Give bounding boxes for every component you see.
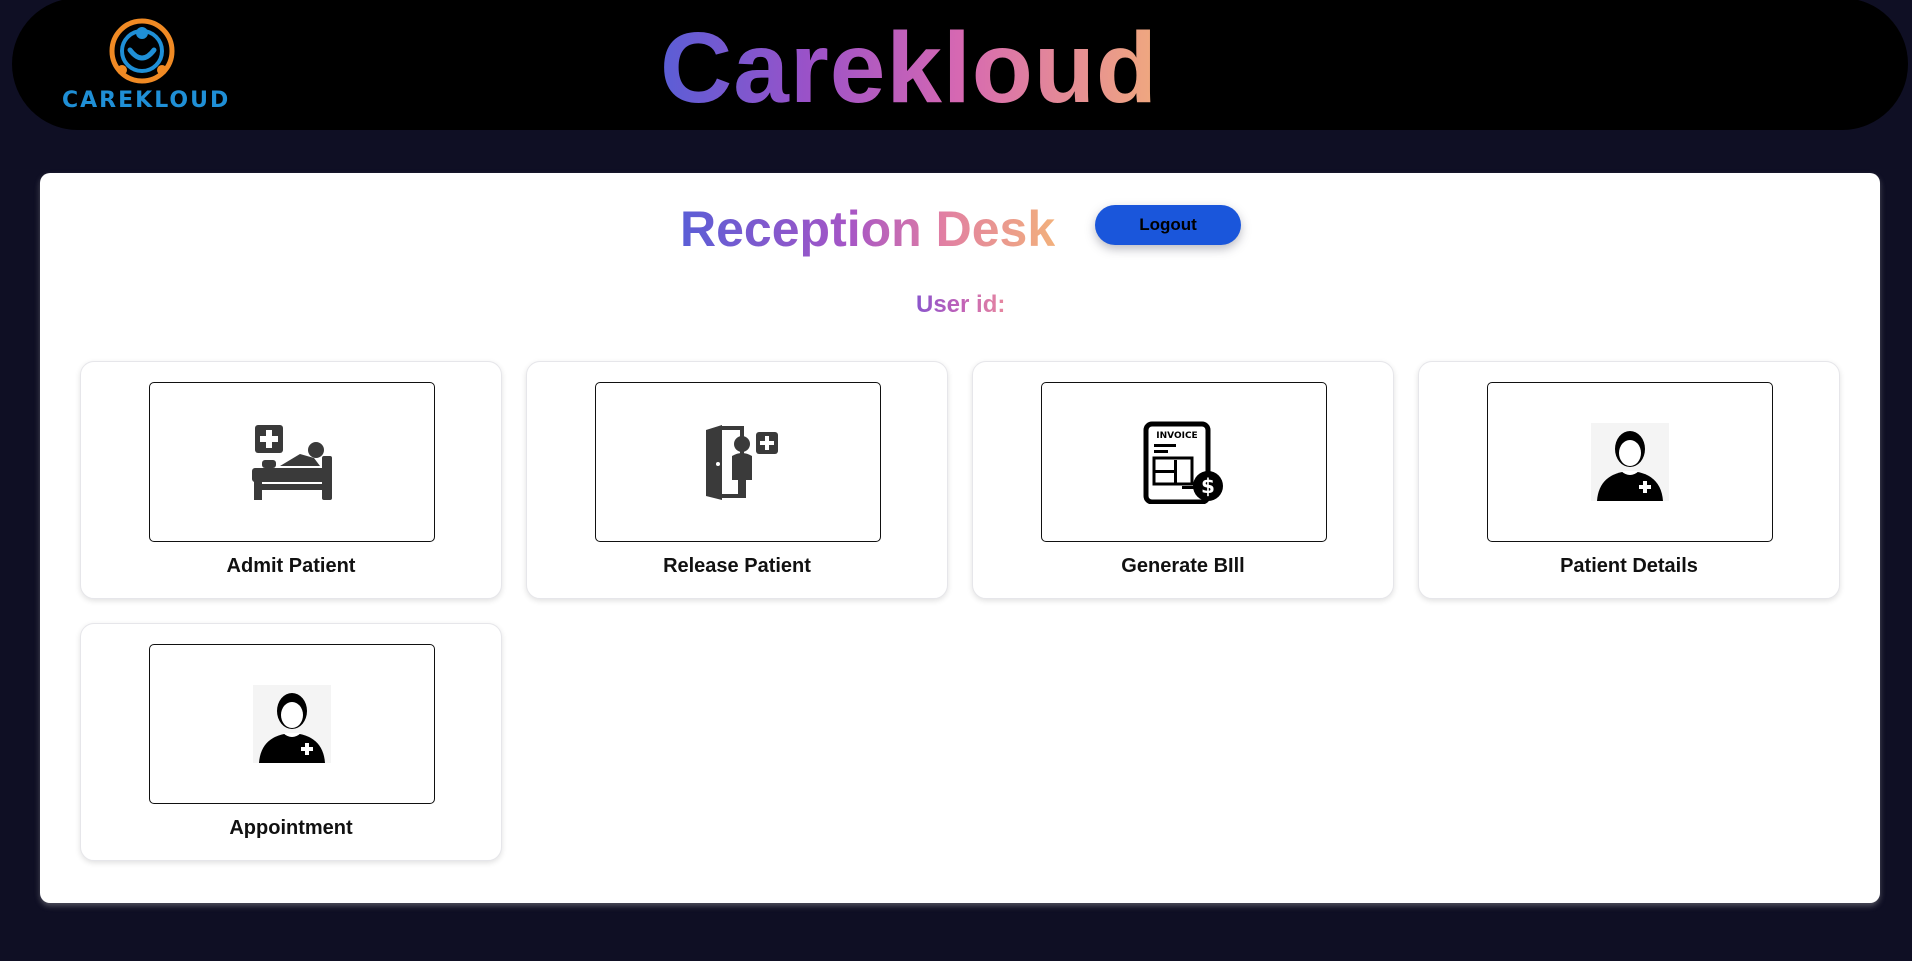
reception-panel: Reception Desk Logout User id: Admit Pat…	[40, 173, 1880, 903]
generate-bill-card[interactable]: INVOICE $ Generate BIll	[972, 361, 1394, 599]
invoice-icon-text: INVOICE	[1156, 431, 1197, 441]
appointment-icon-frame[interactable]	[149, 644, 435, 804]
page-title: Reception Desk	[680, 201, 1056, 257]
admit-patient-label: Admit Patient	[226, 555, 356, 577]
discharge-door-icon	[696, 420, 780, 504]
logo-mark-icon	[109, 18, 175, 84]
patient-details-icon-frame[interactable]	[1487, 382, 1773, 542]
patient-profile-icon	[1591, 423, 1669, 501]
generate-bill-icon-frame[interactable]: INVOICE $	[1041, 382, 1327, 542]
patient-details-label: Patient Details	[1560, 555, 1698, 577]
patient-profile-icon	[253, 685, 331, 763]
logo-text: CAREKLOUD	[62, 88, 231, 113]
svg-text:$: $	[1201, 474, 1215, 498]
appointment-card[interactable]: Appointment	[80, 623, 502, 861]
user-id-label: User id:	[916, 291, 1006, 318]
top-header: CAREKLOUD Carekloud	[12, 0, 1908, 130]
admit-patient-card[interactable]: Admit Patient	[80, 361, 502, 599]
generate-bill-label: Generate BIll	[1121, 555, 1245, 577]
hospital-bed-icon	[250, 420, 334, 504]
invoice-icon: INVOICE $	[1142, 420, 1226, 504]
logout-button[interactable]: Logout	[1095, 205, 1241, 245]
release-patient-label: Release Patient	[663, 555, 811, 577]
carekloud-logo[interactable]: CAREKLOUD	[62, 18, 228, 113]
release-patient-card[interactable]: Release Patient	[526, 361, 948, 599]
release-patient-icon-frame[interactable]	[595, 382, 881, 542]
appointment-label: Appointment	[229, 817, 353, 839]
brand-title: Carekloud	[660, 8, 1158, 128]
admit-patient-icon-frame[interactable]	[149, 382, 435, 542]
patient-details-card[interactable]: Patient Details	[1418, 361, 1840, 599]
